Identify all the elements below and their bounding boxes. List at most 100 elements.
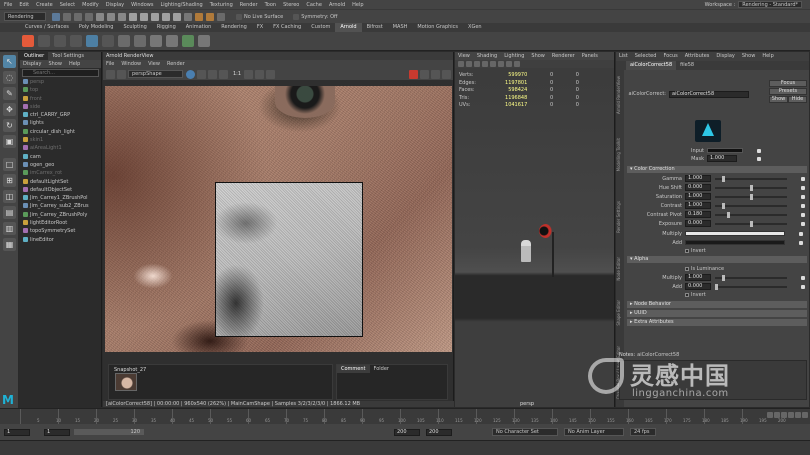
outliner-item[interactable]: top [20, 86, 101, 94]
add-map-icon[interactable] [799, 240, 803, 245]
attr-slider[interactable] [715, 175, 787, 182]
vp-menu-shading[interactable]: Shading [477, 53, 497, 59]
volume-icon[interactable] [134, 35, 146, 47]
focus-button[interactable]: Focus [769, 80, 807, 87]
refresh-icon[interactable] [420, 69, 429, 79]
side-tab[interactable]: Shape Editor [616, 300, 624, 326]
ipr-render-icon[interactable] [206, 12, 214, 21]
render-image[interactable] [105, 86, 452, 352]
redo-icon[interactable] [85, 12, 93, 21]
render-region-overlay[interactable] [215, 182, 363, 337]
side-tab[interactable]: Node Editor [616, 257, 624, 281]
move-tool-icon[interactable]: ✥ [3, 103, 16, 116]
outliner-item[interactable]: lineEditor [20, 236, 101, 244]
shelf-tab[interactable]: Rendering [216, 23, 252, 32]
outliner-item[interactable]: Jim_Carrey_ZBrushPoly [20, 211, 101, 219]
symmetry-label[interactable]: Symmetry: Off [301, 14, 337, 20]
rv-menu-view[interactable]: View [148, 61, 160, 67]
menu-item[interactable]: Select [60, 2, 75, 8]
invert-checkbox[interactable] [685, 248, 689, 253]
vp-menu-view[interactable]: View [458, 53, 470, 59]
fps-dropdown[interactable]: 24 fps [630, 428, 656, 436]
go-start-icon[interactable] [767, 412, 773, 418]
rv-menu-window[interactable]: Window [121, 61, 141, 67]
start-time-field[interactable]: 1 [4, 428, 30, 436]
render-play-icon[interactable] [409, 69, 418, 79]
color-correction-section[interactable]: ▾ Color Correction [627, 166, 807, 173]
presets-button[interactable]: Presets [769, 88, 807, 95]
shelf-tab[interactable]: Curves / Surfaces [20, 23, 74, 32]
add-color-swatch[interactable] [685, 240, 785, 245]
attr-map-icon[interactable] [801, 194, 805, 199]
layout-custom-icon[interactable]: ▦ [3, 238, 16, 251]
shelf-tab[interactable]: Motion Graphics [412, 23, 463, 32]
alpha-multiply-value[interactable]: 1.000 [685, 274, 711, 281]
attr-slider-knob[interactable] [749, 193, 753, 200]
snapshot-icon[interactable] [266, 69, 276, 79]
alpha-add-slider[interactable] [715, 283, 787, 290]
layout-graph-icon[interactable]: ▥ [3, 222, 16, 235]
outliner-item[interactable]: skin1 [20, 136, 101, 144]
outliner-item[interactable]: ctrl_CARRY_GRP [20, 111, 101, 119]
character-set-dropdown[interactable]: No Character Set [492, 428, 558, 436]
outliner-item[interactable]: Jim_Carrey_sub2_ZBrus [20, 202, 101, 210]
shelf-tab[interactable]: Sculpting [118, 23, 151, 32]
attr-value-field[interactable]: 1.000 [685, 202, 711, 209]
camera-icon[interactable] [458, 61, 464, 67]
outliner-item[interactable]: Jim_Carrey1_ZBrushPol [20, 194, 101, 202]
alpha-multiply-slider[interactable] [715, 274, 787, 281]
vp-menu-show[interactable]: Show [531, 53, 545, 59]
outliner-menu-show[interactable]: Show [48, 61, 62, 67]
menu-item[interactable]: Texturing [210, 2, 233, 8]
attr-map-icon[interactable] [801, 212, 805, 217]
attr-map-icon[interactable] [801, 221, 805, 226]
vp-menu-lighting[interactable]: Lighting [504, 53, 524, 59]
wireframe-icon[interactable] [474, 61, 480, 67]
outliner-menu-display[interactable]: Display [23, 61, 41, 67]
select-component-icon[interactable] [118, 12, 126, 21]
mesh-light-icon[interactable] [54, 35, 66, 47]
attr-map-icon[interactable] [801, 203, 805, 208]
extra-attributes-section[interactable]: ▸ Extra Attributes [627, 319, 807, 326]
rv-menu-file[interactable]: File [106, 61, 114, 67]
render-frame-icon[interactable] [195, 12, 203, 21]
play-forward-icon[interactable] [788, 412, 794, 418]
curve-collector-icon[interactable] [150, 35, 162, 47]
side-tab[interactable]: Render Settings [616, 201, 624, 233]
live-surface-label[interactable]: No Live Surface [244, 14, 283, 20]
snap-view-icon[interactable] [162, 12, 170, 21]
outliner-item[interactable]: side [20, 103, 101, 111]
photometric-light-icon[interactable] [70, 35, 82, 47]
area-light-icon[interactable] [38, 35, 50, 47]
attr-slider-knob[interactable] [721, 175, 725, 182]
layout-two-icon[interactable]: ◫ [3, 190, 16, 203]
outliner-item[interactable]: front [20, 95, 101, 103]
exposure-icon[interactable] [197, 69, 206, 79]
select-hierarchy-icon[interactable] [96, 12, 104, 21]
layout-four-icon[interactable]: ⊞ [3, 174, 16, 187]
shelf-tab[interactable]: MASH [388, 23, 413, 32]
attr-menu-selected[interactable]: Selected [635, 52, 657, 61]
go-end-icon[interactable] [802, 412, 808, 418]
attr-slider-knob[interactable] [749, 220, 753, 227]
attr-map-icon[interactable] [801, 176, 805, 181]
construction-history-icon[interactable] [184, 12, 192, 21]
camera-dropdown[interactable]: perspShape [128, 70, 183, 78]
play-back-icon[interactable] [781, 412, 787, 418]
shelf-tab[interactable]: Poly Modeling [74, 23, 119, 32]
attr-menu-focus[interactable]: Focus [663, 52, 677, 61]
outliner-item[interactable]: topoSymmetrySet [20, 227, 101, 235]
character-figure[interactable] [521, 240, 531, 262]
attr-value-field[interactable]: 1.000 [685, 193, 711, 200]
anim-layer-dropdown[interactable]: No Anim Layer [564, 428, 624, 436]
attr-menu-display[interactable]: Display [716, 52, 734, 61]
vp-menu-renderer[interactable]: Renderer [552, 53, 575, 59]
outliner-item[interactable]: defaultLightSet [20, 178, 101, 186]
alpha-channel-icon[interactable] [117, 69, 126, 79]
workspace-selector[interactable]: Workspace : Rendering - Standard* [705, 0, 802, 9]
side-tab[interactable]: Modelling Toolkit [616, 138, 624, 171]
shelf-tab[interactable]: Rigging [152, 23, 181, 32]
folder-icon[interactable] [52, 12, 60, 21]
attr-value-field[interactable]: 0.000 [685, 184, 711, 191]
live-surface-icon[interactable] [236, 13, 242, 20]
